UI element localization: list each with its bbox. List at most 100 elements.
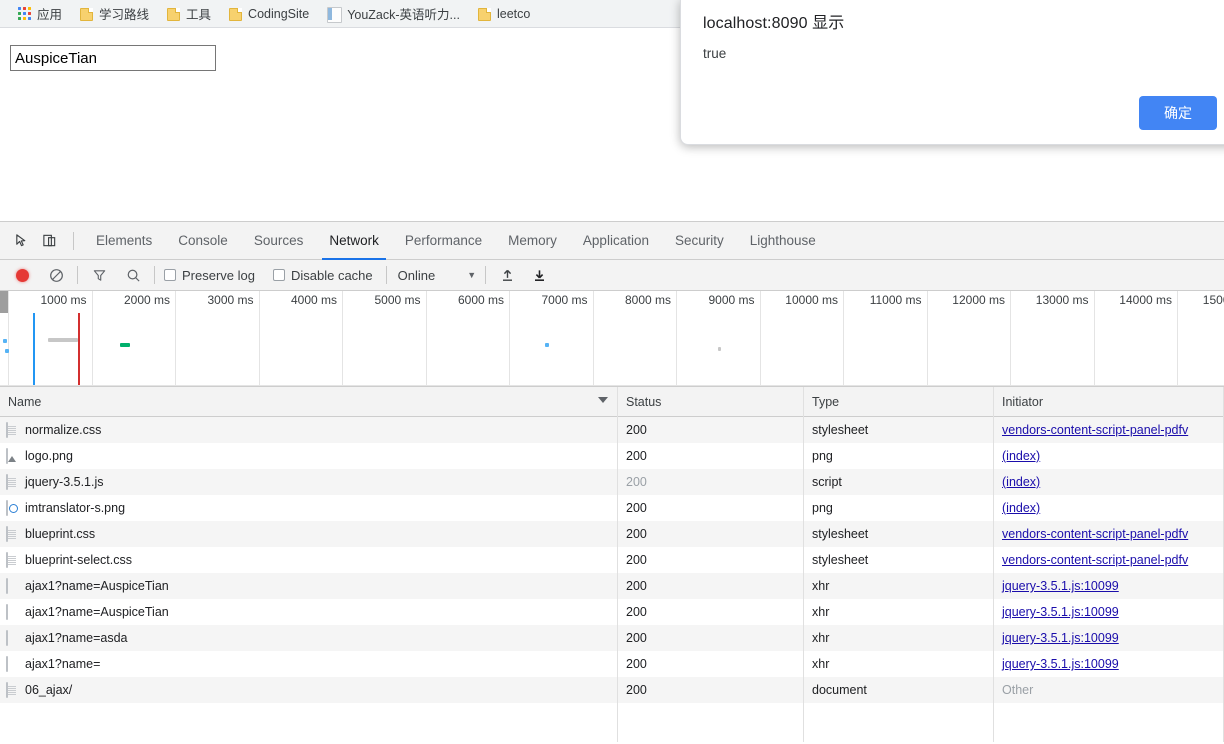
- cell-name: blueprint-select.css: [0, 547, 618, 573]
- stylesheet-file-icon: [6, 421, 19, 438]
- search-button[interactable]: [121, 263, 145, 287]
- filter-button[interactable]: [87, 263, 111, 287]
- cell-initiator[interactable]: vendors-content-script-panel-pdfv: [994, 521, 1224, 547]
- cell-status: 200: [618, 547, 804, 573]
- table-row[interactable]: blueprint.css 200 stylesheet vendors-conten…: [0, 521, 1224, 547]
- column-header-name[interactable]: Name: [0, 387, 618, 417]
- cell-initiator[interactable]: vendors-content-script-panel-pdfv: [994, 417, 1224, 443]
- overview-tick-label: 13000 ms: [1035, 293, 1089, 307]
- dialog-ok-button[interactable]: 确定: [1139, 96, 1217, 130]
- table-row[interactable]: blueprint-select.css 200 stylesheet vendors…: [0, 547, 1224, 573]
- overview-left-handle[interactable]: [0, 291, 8, 313]
- column-header-label: Type: [812, 394, 840, 409]
- folder-icon: [167, 7, 181, 21]
- bookmark-item-1[interactable]: 学习路线: [72, 2, 157, 26]
- overview-tick-label: 9000 ms: [708, 293, 755, 307]
- table-row[interactable]: ajax1?name=AuspiceTian 200 xhr jquery-3.5.1…: [0, 599, 1224, 625]
- cell-initiator[interactable]: (index): [994, 443, 1224, 469]
- overview-tick-label: 2000 ms: [123, 293, 170, 307]
- cell-initiator[interactable]: (index): [994, 469, 1224, 495]
- bookmark-item-3[interactable]: CodingSite: [221, 2, 317, 26]
- network-overview-timeline[interactable]: 1000 ms 2000 ms 3000 ms 4000 ms 5000 ms 6000 …: [0, 291, 1224, 387]
- toolbar-divider: [73, 231, 74, 250]
- initiator-link[interactable]: jquery-3.5.1.js:10099: [1002, 631, 1119, 645]
- column-header-status[interactable]: Status: [618, 387, 804, 417]
- empty-cell: [0, 729, 618, 742]
- table-row[interactable]: 06_ajax/200 document Other: [0, 677, 1224, 703]
- cell-type: stylesheet: [804, 521, 994, 547]
- initiator-link[interactable]: jquery-3.5.1.js:10099: [1002, 657, 1119, 671]
- blank-file-icon: [6, 655, 19, 672]
- initiator-link[interactable]: jquery-3.5.1.js:10099: [1002, 605, 1119, 619]
- cell-initiator[interactable]: vendors-content-script-panel-pdfv: [994, 547, 1224, 573]
- empty-cell: [618, 703, 804, 729]
- cell-initiator: Other: [994, 677, 1224, 703]
- request-name: ajax1?name=: [25, 657, 101, 671]
- cell-type: stylesheet: [804, 417, 994, 443]
- tab-console[interactable]: Console: [165, 222, 241, 260]
- cell-type: xhr: [804, 651, 994, 677]
- table-row[interactable]: jquery-3.5.1.js 200 script (index): [0, 469, 1224, 495]
- bookmark-label: YouZack-英语听力...: [347, 8, 460, 22]
- overview-request-bar: [48, 338, 78, 342]
- table-row[interactable]: ajax1?name=AuspiceTian 200 xhr jquery-3.5.1…: [0, 573, 1224, 599]
- tab-application[interactable]: Application: [570, 222, 662, 260]
- inspect-element-icon[interactable]: [8, 228, 34, 254]
- toggle-device-toolbar-icon[interactable]: [36, 228, 62, 254]
- cell-name: ajax1?name=: [0, 651, 618, 677]
- network-requests-table: Name Status Type Initiator normalize.css 200…: [0, 387, 1224, 742]
- column-header-type[interactable]: Type: [804, 387, 994, 417]
- request-name: ajax1?name=AuspiceTian: [25, 605, 169, 619]
- initiator-link[interactable]: vendors-content-script-panel-pdfv: [1002, 553, 1188, 567]
- clear-icon: [49, 268, 63, 282]
- bookmark-label: 应用: [37, 8, 63, 22]
- tab-sources[interactable]: Sources: [241, 222, 317, 260]
- overview-request-bar: [3, 339, 7, 343]
- import-har-button[interactable]: [495, 263, 519, 287]
- column-header-initiator[interactable]: Initiator: [994, 387, 1224, 417]
- disable-cache-checkbox[interactable]: Disable cache: [272, 268, 373, 283]
- cell-name: ajax1?name=AuspiceTian: [0, 573, 618, 599]
- initiator-link[interactable]: (index): [1002, 475, 1040, 489]
- table-row[interactable]: ajax1?name= 200 xhr jquery-3.5.1.js:10099: [0, 651, 1224, 677]
- name-input[interactable]: [10, 45, 216, 71]
- cell-type: png: [804, 495, 994, 521]
- cell-initiator[interactable]: jquery-3.5.1.js:10099: [994, 651, 1224, 677]
- toolbar-divider-4: [385, 266, 387, 284]
- table-row[interactable]: imtranslator-s.png 200 png (index): [0, 495, 1224, 521]
- cell-initiator[interactable]: jquery-3.5.1.js:10099: [994, 599, 1224, 625]
- overview-tick-label: 12000 ms: [952, 293, 1005, 307]
- overview-tick-label: 4000 ms: [290, 293, 337, 307]
- bookmark-item-0[interactable]: 应用: [10, 2, 70, 26]
- cell-initiator[interactable]: (index): [994, 495, 1224, 521]
- initiator-link[interactable]: jquery-3.5.1.js:10099: [1002, 579, 1119, 593]
- record-network-log-button[interactable]: [10, 263, 34, 287]
- table-row[interactable]: ajax1?name=asda 200 xhr jquery-3.5.1.js:100…: [0, 625, 1224, 651]
- tab-network[interactable]: Network: [316, 222, 392, 260]
- table-row[interactable]: logo.png 200 png (index): [0, 443, 1224, 469]
- table-row[interactable]: normalize.css 200 stylesheet vendors-conten…: [0, 417, 1224, 443]
- tab-lighthouse[interactable]: Lighthouse: [737, 222, 829, 260]
- tab-memory[interactable]: Memory: [495, 222, 570, 260]
- tab-security[interactable]: Security: [662, 222, 737, 260]
- export-har-button[interactable]: [527, 263, 551, 287]
- tab-performance[interactable]: Performance: [392, 222, 495, 260]
- overview-request-bar: [718, 347, 721, 351]
- tab-elements[interactable]: Elements: [83, 222, 165, 260]
- bookmark-item-2[interactable]: 工具: [159, 2, 219, 26]
- clear-button[interactable]: [44, 263, 68, 287]
- initiator-link[interactable]: (index): [1002, 449, 1040, 463]
- bookmark-item-4[interactable]: YouZack-英语听力...: [319, 2, 468, 26]
- initiator-link[interactable]: vendors-content-script-panel-pdfv: [1002, 527, 1188, 541]
- preserve-log-checkbox[interactable]: Preserve log: [164, 268, 255, 283]
- cell-initiator[interactable]: jquery-3.5.1.js:10099: [994, 573, 1224, 599]
- record-icon: [15, 268, 29, 282]
- empty-cell: [618, 729, 804, 742]
- overview-tick: 2000 ms: [91, 291, 176, 386]
- initiator-link[interactable]: vendors-content-script-panel-pdfv: [1002, 423, 1188, 437]
- initiator-link[interactable]: (index): [1002, 501, 1040, 515]
- throttling-select[interactable]: Online ▼: [398, 268, 477, 283]
- cell-initiator[interactable]: jquery-3.5.1.js:10099: [994, 625, 1224, 651]
- overview-tick: 6000 ms: [425, 291, 510, 386]
- bookmark-item-5[interactable]: leetco: [470, 2, 538, 26]
